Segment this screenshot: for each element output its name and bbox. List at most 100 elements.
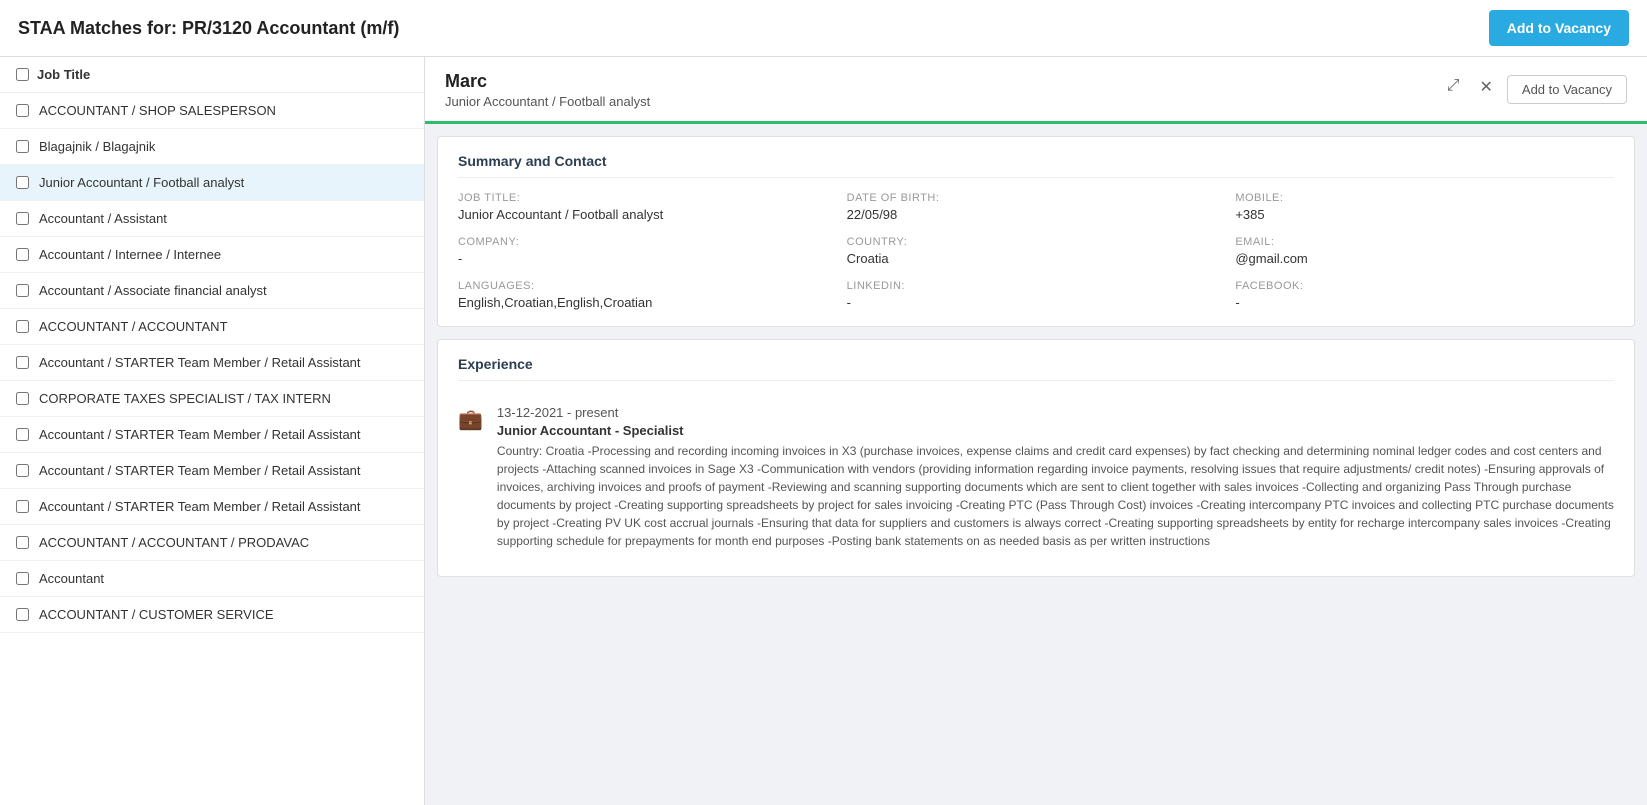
company-cell: COMPANY: - <box>458 236 837 266</box>
company-value: - <box>458 251 837 266</box>
facebook-value: - <box>1235 295 1614 310</box>
close-icon-button[interactable]: ✕ <box>1474 75 1499 99</box>
list-item-label: ACCOUNTANT / CUSTOMER SERVICE <box>39 607 274 622</box>
facebook-label: FACEBOOK: <box>1235 280 1614 292</box>
list-item-checkbox[interactable] <box>16 212 29 225</box>
company-label: COMPANY: <box>458 236 837 248</box>
list-item-label: Accountant / STARTER Team Member / Retai… <box>39 355 361 370</box>
experience-entry: 💼13-12-2021 - presentJunior Accountant -… <box>458 395 1614 560</box>
candidate-name: Marc <box>445 71 650 92</box>
list-item[interactable]: Blagajnik / Blagajnik <box>0 129 424 165</box>
country-label: COUNTRY: <box>847 236 1226 248</box>
candidate-info: Marc Junior Accountant / Football analys… <box>445 71 650 121</box>
add-vacancy-top-button[interactable]: Add to Vacancy <box>1489 10 1629 46</box>
list-item[interactable]: CORPORATE TAXES SPECIALIST / TAX INTERN <box>0 381 424 417</box>
experience-list: 💼13-12-2021 - presentJunior Accountant -… <box>458 395 1614 560</box>
job-title-label: JOB TITLE: <box>458 192 837 204</box>
list-item-label: Accountant <box>39 571 104 586</box>
list-item-checkbox[interactable] <box>16 140 29 153</box>
email-cell: EMAIL: @gmail.com <box>1235 236 1614 266</box>
right-panel: Marc Junior Accountant / Football analys… <box>425 57 1647 805</box>
dob-cell: DATE OF BIRTH: 22/05/98 <box>847 192 1226 222</box>
list-item[interactable]: Accountant / Internee / Internee <box>0 237 424 273</box>
list-item-label: Junior Accountant / Football analyst <box>39 175 244 190</box>
list-item-label: Accountant / STARTER Team Member / Retai… <box>39 427 361 442</box>
list-item-label: Accountant / STARTER Team Member / Retai… <box>39 463 361 478</box>
list-item-label: Accountant / STARTER Team Member / Retai… <box>39 499 361 514</box>
mobile-cell: MOBILE: +385 <box>1235 192 1614 222</box>
candidates-list: ACCOUNTANT / SHOP SALESPERSON Blagajnik /… <box>0 93 424 633</box>
job-title-cell: JOB TITLE: Junior Accountant / Football … <box>458 192 837 222</box>
list-item-label: Blagajnik / Blagajnik <box>39 139 155 154</box>
list-item-checkbox[interactable] <box>16 176 29 189</box>
languages-cell: LANGUAGES: English,Croatian,English,Croa… <box>458 280 837 310</box>
list-item-checkbox[interactable] <box>16 572 29 585</box>
languages-label: LANGUAGES: <box>458 280 837 292</box>
candidate-header-actions: ⤢ ✕ Add to Vacancy <box>1441 71 1627 104</box>
left-panel-header: Job Title <box>0 57 424 93</box>
left-panel: Job Title ACCOUNTANT / SHOP SALESPERSON B… <box>0 57 425 805</box>
list-item[interactable]: ACCOUNTANT / ACCOUNTANT / PRODAVAC <box>0 525 424 561</box>
list-item-label: ACCOUNTANT / ACCOUNTANT / PRODAVAC <box>39 535 309 550</box>
dob-value: 22/05/98 <box>847 207 1226 222</box>
list-item-label: ACCOUNTANT / ACCOUNTANT <box>39 319 228 334</box>
linkedin-label: LINKEDIN: <box>847 280 1226 292</box>
list-item-checkbox[interactable] <box>16 104 29 117</box>
list-item-checkbox[interactable] <box>16 536 29 549</box>
select-all-checkbox[interactable] <box>16 68 29 81</box>
list-item[interactable]: Accountant / STARTER Team Member / Retai… <box>0 453 424 489</box>
list-item[interactable]: Accountant <box>0 561 424 597</box>
list-item-label: CORPORATE TAXES SPECIALIST / TAX INTERN <box>39 391 331 406</box>
languages-value: English,Croatian,English,Croatian <box>458 295 837 310</box>
candidate-job-title: Junior Accountant / Football analyst <box>445 94 650 121</box>
email-label: EMAIL: <box>1235 236 1614 248</box>
list-item-checkbox[interactable] <box>16 248 29 261</box>
main-layout: Job Title ACCOUNTANT / SHOP SALESPERSON B… <box>0 57 1647 805</box>
list-item-checkbox[interactable] <box>16 356 29 369</box>
linkedin-value: - <box>847 295 1226 310</box>
exp-content: 13-12-2021 - presentJunior Accountant - … <box>497 405 1614 550</box>
list-item[interactable]: ACCOUNTANT / SHOP SALESPERSON <box>0 93 424 129</box>
top-bar: STAA Matches for: PR/3120 Accountant (m/… <box>0 0 1647 57</box>
list-item-checkbox[interactable] <box>16 320 29 333</box>
list-item[interactable]: Junior Accountant / Football analyst <box>0 165 424 201</box>
list-item[interactable]: Accountant / STARTER Team Member / Retai… <box>0 417 424 453</box>
list-item-label: Accountant / Associate financial analyst <box>39 283 267 298</box>
country-cell: COUNTRY: Croatia <box>847 236 1226 266</box>
job-title-column-header: Job Title <box>37 67 90 82</box>
expand-icon-button[interactable]: ⤢ <box>1441 75 1466 97</box>
list-item-checkbox[interactable] <box>16 428 29 441</box>
exp-description: Country: Croatia -Processing and recordi… <box>497 442 1614 550</box>
list-item-checkbox[interactable] <box>16 464 29 477</box>
list-item-label: ACCOUNTANT / SHOP SALESPERSON <box>39 103 276 118</box>
mobile-value: +385 <box>1235 207 1614 222</box>
email-value: @gmail.com <box>1235 251 1614 266</box>
facebook-cell: FACEBOOK: - <box>1235 280 1614 310</box>
mobile-label: MOBILE: <box>1235 192 1614 204</box>
list-item-checkbox[interactable] <box>16 392 29 405</box>
summary-section-title: Summary and Contact <box>458 153 1614 178</box>
list-item[interactable]: ACCOUNTANT / ACCOUNTANT <box>0 309 424 345</box>
candidate-header: Marc Junior Accountant / Football analys… <box>425 57 1647 124</box>
list-item[interactable]: Accountant / Associate financial analyst <box>0 273 424 309</box>
country-value: Croatia <box>847 251 1226 266</box>
page-title: STAA Matches for: PR/3120 Accountant (m/… <box>18 18 399 39</box>
list-item-label: Accountant / Internee / Internee <box>39 247 221 262</box>
list-item[interactable]: Accountant / Assistant <box>0 201 424 237</box>
exp-title: Junior Accountant - Specialist <box>497 423 1614 438</box>
list-item[interactable]: Accountant / STARTER Team Member / Retai… <box>0 345 424 381</box>
list-item-label: Accountant / Assistant <box>39 211 167 226</box>
experience-card: Experience 💼13-12-2021 - presentJunior A… <box>437 339 1635 577</box>
summary-card: Summary and Contact JOB TITLE: Junior Ac… <box>437 136 1635 327</box>
linkedin-cell: LINKEDIN: - <box>847 280 1226 310</box>
briefcase-icon: 💼 <box>458 407 483 550</box>
experience-section-title: Experience <box>458 356 1614 381</box>
list-item-checkbox[interactable] <box>16 284 29 297</box>
list-item[interactable]: Accountant / STARTER Team Member / Retai… <box>0 489 424 525</box>
list-item[interactable]: ACCOUNTANT / CUSTOMER SERVICE <box>0 597 424 633</box>
add-vacancy-small-button[interactable]: Add to Vacancy <box>1507 75 1627 104</box>
dob-label: DATE OF BIRTH: <box>847 192 1226 204</box>
summary-info-grid: JOB TITLE: Junior Accountant / Football … <box>458 192 1614 310</box>
list-item-checkbox[interactable] <box>16 500 29 513</box>
list-item-checkbox[interactable] <box>16 608 29 621</box>
